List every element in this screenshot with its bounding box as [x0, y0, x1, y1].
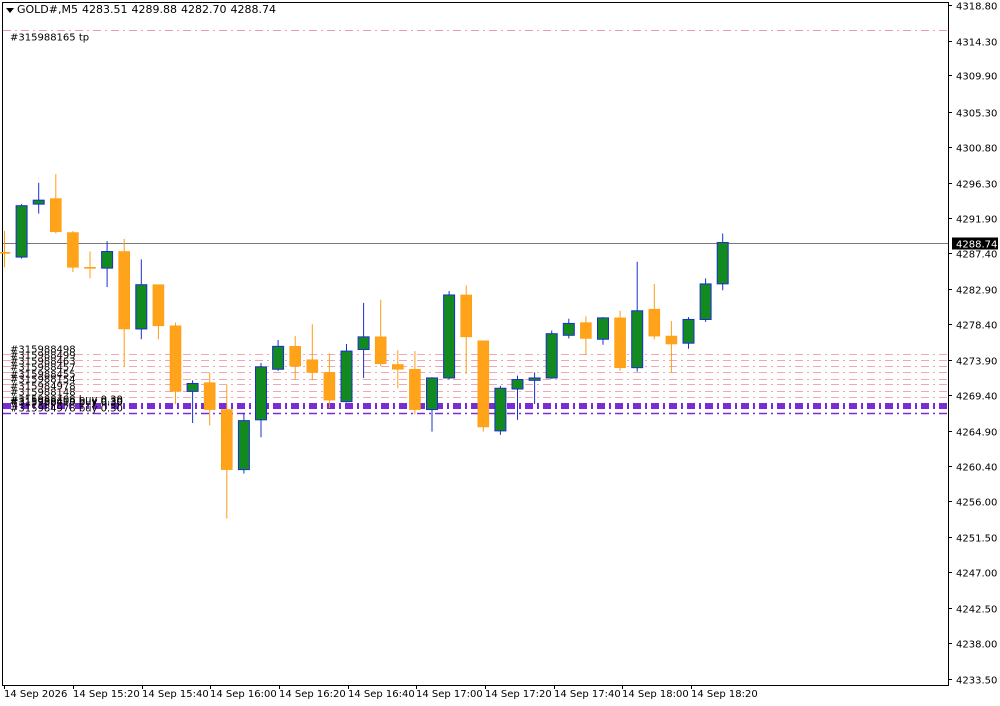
- candle-body-bear: [84, 267, 96, 269]
- candle: [494, 385, 507, 435]
- candle-body-bull: [699, 283, 712, 320]
- candle-body-bear: [289, 346, 302, 367]
- x-tick-label: 14 Sep 17:20: [485, 689, 552, 700]
- order-level-label: #315984978 buy 0.30: [10, 404, 123, 415]
- y-tick-label: 4305.30: [956, 109, 997, 120]
- candle-body-bear: [409, 368, 421, 410]
- candle-body-bear: [665, 335, 678, 345]
- y-tick-label: 4238.00: [956, 640, 997, 651]
- x-tick-label: 14 Sep 15:20: [73, 689, 140, 700]
- candle: [477, 340, 490, 432]
- candle-body-bear: [323, 372, 336, 401]
- x-tick-label: 14 Sep 16:20: [279, 689, 346, 700]
- candle-body-bear: [374, 336, 387, 365]
- y-tick-label: 4273.90: [956, 357, 997, 368]
- candle-body-bear: [49, 198, 62, 233]
- candle-body-bull: [357, 336, 370, 351]
- candle-body-bull: [562, 322, 575, 336]
- candle: [15, 204, 28, 259]
- order-level-label: #315988165 tp: [10, 33, 89, 44]
- y-tick-label: 4233.50: [956, 676, 997, 687]
- candle-body-bear: [614, 317, 626, 368]
- symbol-label: GOLD#,M5: [17, 3, 78, 16]
- price-chart[interactable]: 4318.80 4314.30 4309.90 4305.30 4300.80 4296.…: [0, 0, 1000, 706]
- candle: [545, 330, 558, 379]
- y-tick-label: 4242.50: [956, 605, 997, 616]
- y-tick-label: 4260.40: [956, 463, 997, 474]
- candle-body-bull: [443, 294, 456, 379]
- y-tick-label: 4309.90: [956, 72, 997, 83]
- candle-body-bull: [494, 387, 507, 432]
- candle-body-bull: [716, 242, 729, 285]
- y-tick-label: 4287.40: [956, 250, 997, 261]
- y-tick-label: 4291.90: [956, 215, 997, 226]
- candle: [716, 233, 729, 291]
- y-tick-label: 4264.90: [956, 428, 997, 439]
- candle-body-bear: [118, 251, 130, 330]
- candle-body-bull: [597, 317, 609, 340]
- candle-body-bear: [221, 409, 233, 470]
- y-tick-label: 4256.00: [956, 498, 997, 509]
- candle: [67, 230, 79, 273]
- y-tick-label: 4278.40: [956, 321, 997, 332]
- candle: [614, 310, 626, 371]
- x-tick-label: 14 Sep 17:00: [416, 689, 483, 700]
- candle-body-bull: [15, 205, 28, 258]
- candle-body-bear: [203, 382, 216, 410]
- candle-body-bull: [255, 366, 267, 421]
- current-price-label: 4288.74: [956, 240, 997, 251]
- candle-body-bull: [101, 251, 114, 269]
- y-tick-label: 4318.80: [956, 2, 997, 13]
- y-tick-label: 4251.50: [956, 534, 997, 545]
- candle: [237, 412, 250, 474]
- x-tick-label: 14 Sep 16:00: [210, 689, 277, 700]
- candle-body-bear: [477, 340, 490, 428]
- chart-window[interactable]: 4318.80 4314.30 4309.90 4305.30 4300.80 4296.…: [0, 0, 1000, 706]
- candle-body-bull: [32, 199, 45, 205]
- y-tick-label: 4300.80: [956, 144, 997, 155]
- candle-body-bear: [0, 252, 11, 254]
- x-tick-label: 14 Sep 15:40: [142, 689, 209, 700]
- ohlc-open: 4283.51: [81, 3, 128, 16]
- candle-body-bull: [426, 377, 438, 411]
- candle-body-bear: [391, 364, 404, 370]
- candle-body-bear: [306, 359, 319, 373]
- chart-header: GOLD#,M5 4283.51 4289.88 4282.70 4288.74: [6, 3, 280, 17]
- candle-body-bull: [340, 350, 353, 403]
- ohlc-close: 4288.74: [230, 3, 276, 16]
- ohlc-low: 4282.70: [180, 3, 227, 16]
- y-tick-label: 4296.30: [956, 180, 997, 191]
- ohlc-high: 4289.88: [131, 3, 177, 16]
- candle-body-bull: [528, 377, 541, 381]
- x-tick-label: 14 Sep 16:40: [348, 689, 415, 700]
- y-tick-label: 4314.30: [956, 38, 997, 49]
- candle-body-bull: [135, 284, 148, 330]
- candle-body-bull: [272, 345, 285, 370]
- candle-body-bull: [682, 318, 695, 344]
- x-tick-label: 14 Sep 18:00: [622, 689, 689, 700]
- plot-frame: [2, 2, 949, 686]
- y-tick-label: 4269.40: [956, 392, 997, 403]
- candle-body-bear: [580, 322, 592, 339]
- candle-body-bear: [460, 294, 473, 338]
- x-tick-label: 14 Sep 18:20: [691, 689, 758, 700]
- dropdown-triangle-icon[interactable]: [6, 7, 14, 13]
- candle-body-bull: [186, 382, 199, 392]
- candle-body-bear: [152, 284, 165, 327]
- candle: [699, 278, 712, 322]
- candle-body-bear: [67, 232, 79, 268]
- candle-body-bull: [237, 420, 250, 471]
- candle-body-bull: [545, 333, 558, 379]
- candle-body-bear: [648, 308, 661, 337]
- x-tick-label: 14 Sep 2026: [4, 689, 67, 700]
- y-tick-label: 4247.00: [956, 569, 997, 580]
- candle-body-bull: [511, 379, 524, 390]
- candle-body-bear: [169, 325, 182, 392]
- candle: [340, 343, 353, 403]
- x-tick-label: 14 Sep 17:40: [554, 689, 621, 700]
- y-tick-label: 4282.90: [956, 286, 997, 297]
- candle: [443, 291, 456, 380]
- candle-body-bull: [631, 310, 644, 369]
